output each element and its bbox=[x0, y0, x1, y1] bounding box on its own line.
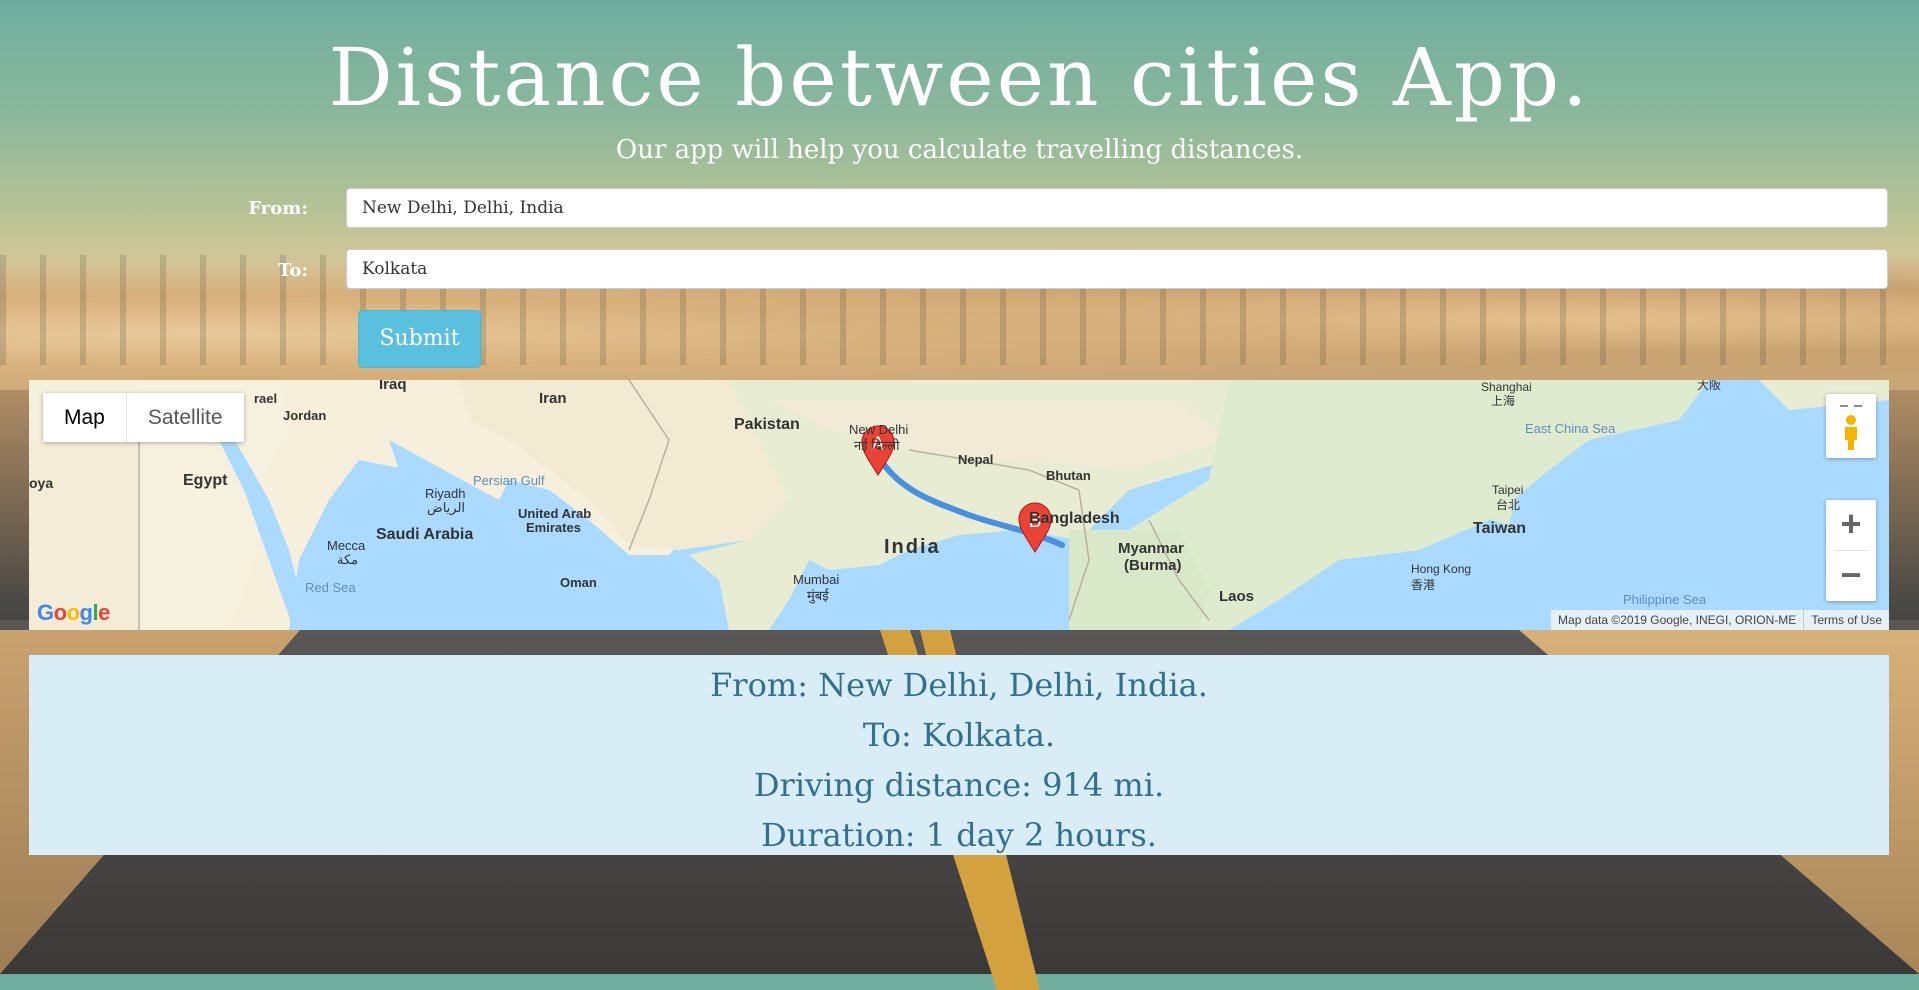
map-label-iran: Iran bbox=[539, 390, 567, 407]
map-label-pakistan: Pakistan bbox=[734, 416, 800, 433]
map-label-uae-2: Emirates bbox=[526, 520, 581, 535]
zoom-control: + − bbox=[1826, 500, 1876, 601]
map-label-persian-gulf: Persian Gulf bbox=[473, 473, 545, 488]
map-label-mecca-ar: مكة bbox=[337, 552, 359, 567]
page-title: Distance between cities App. bbox=[328, 31, 1591, 124]
map-label-bhutan: Bhutan bbox=[1046, 468, 1091, 483]
to-label: To: bbox=[278, 260, 308, 281]
map-label-new-delhi-hi: नई दिल्ली bbox=[854, 438, 900, 453]
result-panel: From: New Delhi, Delhi, India. To: Kolka… bbox=[29, 655, 1889, 855]
google-logo: Google bbox=[37, 600, 110, 625]
map-label-hong-kong-cn: 香港 bbox=[1411, 578, 1436, 592]
map-label-saudi-arabia: Saudi Arabia bbox=[376, 526, 474, 543]
submit-button[interactable]: Submit bbox=[358, 310, 481, 368]
map-attribution: Map data ©2019 Google, INEGI, ORION-ME bbox=[1558, 613, 1797, 627]
map-label-bangladesh: Bangladesh bbox=[1029, 510, 1120, 527]
map-label-myanmar-1: Myanmar bbox=[1118, 540, 1184, 557]
from-label: From: bbox=[248, 198, 308, 219]
map-type-satellite-button[interactable]: Satellite bbox=[127, 393, 244, 442]
to-input[interactable]: Kolkata bbox=[346, 249, 1888, 289]
map-type-control: Map Satellite bbox=[43, 393, 244, 442]
from-input[interactable]: New Delhi, Delhi, India bbox=[346, 188, 1888, 228]
map-label-taiwan: Taiwan bbox=[1473, 520, 1527, 537]
map-label-taipei: Taipei bbox=[1492, 483, 1524, 497]
result-to: To: Kolkata. bbox=[862, 716, 1056, 754]
result-duration: Duration: 1 day 2 hours. bbox=[761, 816, 1157, 854]
map-label-laos: Laos bbox=[1219, 588, 1255, 605]
result-distance: Driving distance: 914 mi. bbox=[753, 766, 1165, 804]
terms-of-use-link[interactable]: Terms of Use bbox=[1803, 610, 1889, 630]
map-label-libya: oya bbox=[29, 475, 54, 491]
map-label-taipei-cn: 台北 bbox=[1496, 498, 1521, 512]
pegman-control[interactable] bbox=[1826, 394, 1876, 458]
map-label-iraq: Iraq bbox=[379, 380, 407, 393]
map-label-mumbai-hi: मुंबई bbox=[807, 588, 829, 603]
map-label-red-sea: Red Sea bbox=[305, 580, 356, 595]
map-label-nepal: Nepal bbox=[958, 452, 994, 467]
map-label-east-china-sea: East China Sea bbox=[1525, 421, 1616, 436]
zoom-out-button[interactable]: − bbox=[1826, 551, 1876, 601]
map-label-uae-1: United Arab bbox=[518, 506, 592, 521]
map-label-myanmar-2: (Burma) bbox=[1124, 557, 1182, 574]
map-label-mecca: Mecca bbox=[327, 538, 366, 553]
map-label-riyadh-ar: الرياض bbox=[427, 500, 466, 515]
map-label-hong-kong: Hong Kong bbox=[1411, 562, 1472, 576]
map-attribution-bar: Map data ©2019 Google, INEGI, ORION-ME T… bbox=[1551, 610, 1889, 630]
page-subtitle: Our app will help you calculate travelli… bbox=[615, 135, 1304, 165]
result-from: From: New Delhi, Delhi, India. bbox=[710, 666, 1208, 704]
map-label-shanghai-cn: 上海 bbox=[1491, 394, 1516, 408]
pegman-icon bbox=[1840, 405, 1862, 450]
map-label-riyadh: Riyadh bbox=[425, 486, 466, 501]
map-label-osaka: 大阪 bbox=[1697, 380, 1722, 392]
zoom-in-button[interactable]: + bbox=[1826, 500, 1876, 550]
map-label-mumbai: Mumbai bbox=[793, 572, 840, 587]
map-label-philippine-sea: Philippine Sea bbox=[1623, 592, 1707, 607]
map-label-egypt: Egypt bbox=[183, 472, 228, 489]
map-label-israel: rael bbox=[254, 391, 278, 406]
route-map[interactable]: A B Iraq Iran Pakistan Jordan rael Egypt… bbox=[29, 380, 1889, 630]
map-type-map-button[interactable]: Map bbox=[43, 393, 127, 442]
map-label-india: India bbox=[884, 536, 941, 558]
map-label-oman: Oman bbox=[560, 575, 597, 590]
map-label-jordan: Jordan bbox=[283, 408, 327, 423]
map-label-new-delhi: New Delhi bbox=[849, 422, 909, 437]
